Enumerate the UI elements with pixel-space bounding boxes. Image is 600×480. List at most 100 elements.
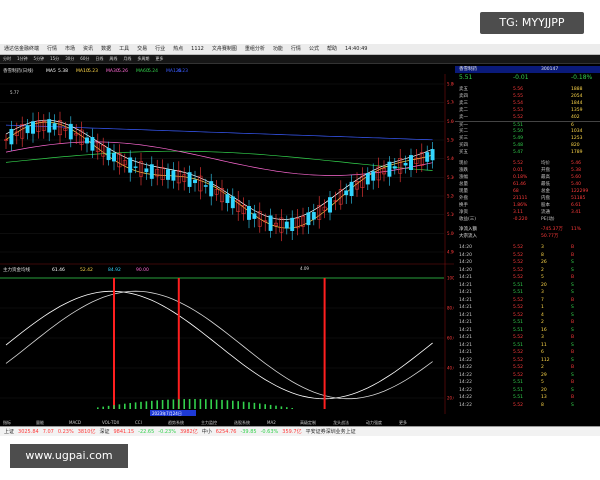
period-button[interactable]: 月线 <box>123 55 131 63</box>
menu-item[interactable]: 市场 <box>65 44 75 54</box>
ma-label: MA5 <box>46 68 56 74</box>
tick-price: 5.52 <box>513 335 524 340</box>
period-button[interactable]: 15分 <box>50 55 59 63</box>
indicator-tab[interactable]: CCI <box>135 420 142 425</box>
stat-label: 现价 <box>459 161 468 166</box>
stat-label: 最低 <box>541 182 550 187</box>
menu-item[interactable]: 行业 <box>155 44 165 54</box>
tick-volume: 8 <box>541 402 544 408</box>
indicator-tab[interactable]: 高级定制 <box>300 419 316 425</box>
tick-time: 14:21 <box>459 312 472 318</box>
tick-volume: 8 <box>541 252 544 258</box>
period-button[interactable]: 60分 <box>80 55 89 63</box>
menu-item[interactable]: 行情 <box>47 44 57 54</box>
ma-value: 6.23 <box>178 68 188 74</box>
menu-item[interactable]: 行情 <box>291 44 301 54</box>
indicator-tab[interactable]: MACD <box>69 420 81 425</box>
menu-item[interactable]: 资讯 <box>83 44 93 54</box>
signal-bar <box>323 278 326 409</box>
orderbook-price: 5.47 <box>513 150 524 155</box>
volume-bar <box>167 399 169 409</box>
period-button[interactable]: 多周期 <box>137 55 149 63</box>
menu-item[interactable]: 重组分析 <box>245 44 265 54</box>
status-item: -22.65 <box>138 429 155 435</box>
low-price-label: 4.09 <box>300 266 309 271</box>
period-button[interactable]: 更多 <box>155 55 163 63</box>
period-button[interactable]: 1分钟 <box>17 55 28 63</box>
y-axis-tick: 5.60 <box>447 119 454 124</box>
menu-item[interactable]: 工具 <box>119 44 129 54</box>
tick-price: 5.52 <box>513 252 524 258</box>
quote-stat-row: 收益(三) -0.220 PE(动) <box>455 216 600 223</box>
quote-stat-row: 总量 61.46 最低 5.40 <box>455 181 600 188</box>
volume-bar <box>199 399 202 409</box>
tick-time: 14:22 <box>459 395 472 400</box>
menu-item[interactable]: 功能 <box>273 44 283 54</box>
orderbook-label: 买二 <box>459 129 468 134</box>
menu-item[interactable]: 交易 <box>137 44 147 54</box>
indicator-tab[interactable]: MA2 <box>267 420 276 425</box>
period-button[interactable]: 周线 <box>109 55 117 63</box>
stat-label: 最高 <box>541 175 550 180</box>
orderbook-volume: 2054 <box>571 94 583 99</box>
indicator-tab[interactable]: 趋势系统 <box>168 419 184 425</box>
orderbook-volume: 1844 <box>571 101 583 106</box>
period-button[interactable]: 5分钟 <box>34 55 45 63</box>
volume-bar <box>253 402 256 409</box>
orderbook-price: 5.49 <box>513 136 524 141</box>
price-change: -0.01 <box>513 74 529 81</box>
menu-item[interactable]: 通达信金融终端 <box>4 44 39 54</box>
stat-value: 3.11 <box>513 210 524 215</box>
orderbook-label: 卖五 <box>459 87 468 92</box>
orderbook-volume: 1253 <box>571 136 583 141</box>
indicator-tab[interactable]: 指标 <box>3 419 11 425</box>
indicator-tab[interactable]: 动力强度 <box>366 419 382 425</box>
volume-bar <box>291 407 293 409</box>
menu-item[interactable]: 文舟赛制图 <box>212 44 237 54</box>
tick-side: S <box>571 260 574 265</box>
volume-bar <box>248 402 250 409</box>
orderbook-volume: 1359 <box>571 108 583 113</box>
tick-volume: 6 <box>541 350 544 355</box>
stat-label: 换手 <box>459 203 468 208</box>
volume-bar <box>102 406 104 409</box>
menu-item[interactable]: 数据 <box>101 44 111 54</box>
menu-item[interactable]: 14:40:49 <box>345 44 367 54</box>
y-axis-tick: 5.30 <box>447 175 454 180</box>
menu-item[interactable]: 公式 <box>309 44 319 54</box>
volume-bar <box>221 399 223 409</box>
indicator-tab[interactable]: VOL-TDX <box>102 420 120 425</box>
tick-side: S <box>571 327 574 333</box>
menu-bar: 通达信金融终端 行情 市场 资讯 数据 工具 交易 行业 热点 1112 文舟赛制图 重组分析 功能 行情… <box>0 44 600 55</box>
tick-price: 5.52 <box>513 312 524 318</box>
tick-row: 14:21 5.51 2 B <box>455 319 600 326</box>
period-button[interactable]: 分时 <box>3 55 11 63</box>
telegram-watermark: TG: MYYJJPP <box>480 12 584 34</box>
tick-volume: 2 <box>541 365 544 370</box>
indicator-tab[interactable]: 选股系统 <box>234 419 250 425</box>
ma-label: MA10 <box>76 68 89 74</box>
status-item: 7.07 <box>42 429 54 435</box>
last-price: 5.51 <box>459 74 473 81</box>
period-toolbar: 分时 1分钟 5分钟 15分 30分 60分 日线 周线 月线 多周期 更多 <box>0 55 600 64</box>
flow-label: 大宗流入 <box>459 234 477 239</box>
menu-item[interactable]: 1112 <box>191 44 204 54</box>
indicator-tab[interactable]: 主力监控 <box>201 419 217 425</box>
indicator-tab[interactable]: 龙头战法 <box>333 419 349 425</box>
indicator-tab[interactable]: 量能 <box>36 419 44 425</box>
menu-item[interactable]: 帮助 <box>327 44 337 54</box>
volume-bar <box>210 399 212 409</box>
indicator-tab[interactable]: 更多 <box>399 419 407 425</box>
indicator-value: 84.92 <box>108 267 121 273</box>
menu-item[interactable]: 热点 <box>173 44 183 54</box>
volume-bar <box>178 399 180 409</box>
orderbook-row: 买二 5.50 1034 <box>455 128 600 135</box>
k-line-chart-area[interactable]: 香雪制药(日线) MA5 5.38 MA10 5.23 MA30 5.26 MA60 5.24 M… <box>0 64 454 426</box>
tick-price: 5.51 <box>513 342 524 348</box>
period-button[interactable]: 日线 <box>95 55 103 63</box>
tick-volume: 3 <box>541 335 544 340</box>
status-item: -39.85 <box>240 429 257 435</box>
tick-volume: 26 <box>541 260 547 265</box>
volume-bar <box>140 401 142 409</box>
period-button[interactable]: 30分 <box>65 55 74 63</box>
